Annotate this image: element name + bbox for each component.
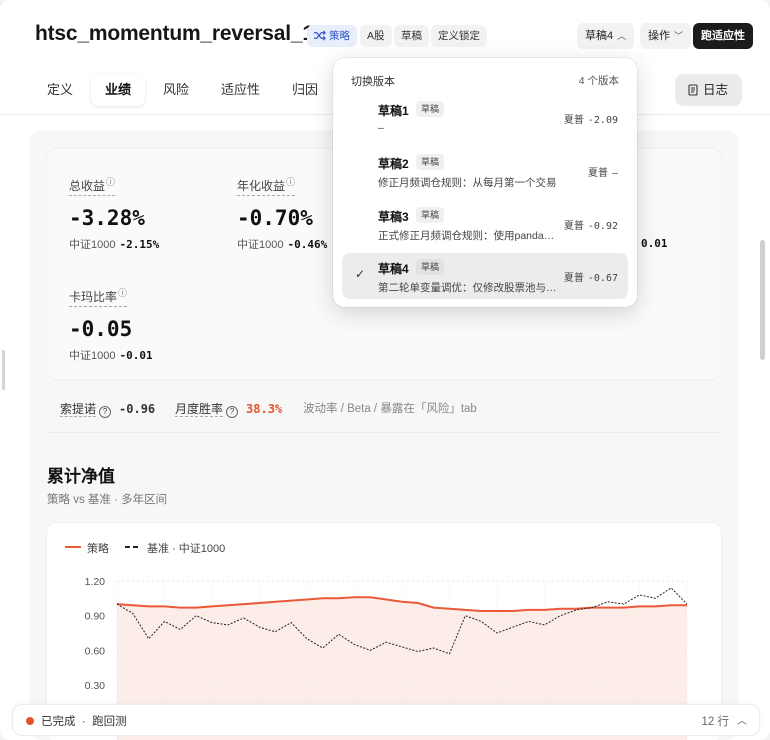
version-item-draft3[interactable]: 草稿3 草稿 正式修正月频调仓规则：使用panda… 夏普 -0.92 <box>342 201 628 247</box>
stats-note: 波动率 / Beta / 暴露在「风险」tab <box>303 403 477 415</box>
log-button-label: 日志 <box>702 83 728 97</box>
status-dot <box>26 717 34 725</box>
actions-label: 操作 <box>648 30 670 42</box>
run-adaptability-button[interactable]: 跑适应性 <box>693 23 753 49</box>
tab-definition[interactable]: 定义 <box>33 74 87 106</box>
tab-performance[interactable]: 业绩 <box>91 74 146 106</box>
stat-monthly-winrate[interactable]: 月度胜率? 38.3% <box>175 400 282 418</box>
info-icon: ⓘ <box>286 177 296 187</box>
strategy-chip-label: 策略 <box>329 30 350 42</box>
stat-sortino[interactable]: 索提诺? -0.96 <box>60 400 155 418</box>
version-item-draft4[interactable]: ✓ 草稿4 草稿 第二轮单变量调优：仅修改股票池与… 夏普 -0.67 <box>342 253 628 299</box>
y-tick-label: 0.30 <box>85 680 106 692</box>
legend-benchmark[interactable]: 基准 · 中证1000 <box>125 541 225 557</box>
chevron-up-icon: ︿ <box>617 31 627 41</box>
chevron-down-icon: ﹀ <box>674 31 684 41</box>
page-title: htsc_momentum_reversal_1m <box>35 22 333 45</box>
metric-value: -0.70% <box>237 206 313 230</box>
expand-up-icon[interactable]: ︿ <box>737 712 747 727</box>
metric-annual-return: 年化收益ⓘ -0.70% 中证1000 -0.46% <box>237 175 327 252</box>
tab-attribution[interactable]: 归因 <box>278 74 332 106</box>
version-switch-button[interactable]: 草稿4 ︿ <box>577 23 635 49</box>
y-tick-label: 0.90 <box>85 611 106 623</box>
log-button[interactable]: 日志 <box>674 74 742 106</box>
metric-value: -0.05 <box>69 317 133 341</box>
metric-benchmark: 中证1000 -0.46% <box>237 238 328 251</box>
version-desc: 修正月频调仓规则：从每月第一个交易日… <box>378 177 558 189</box>
scroll-icon <box>688 84 698 96</box>
market-chip: A股 <box>360 25 392 47</box>
metric-label[interactable]: 总收益ⓘ <box>69 175 116 196</box>
version-desc: 第二轮单变量调优：仅修改股票池与… <box>378 282 557 294</box>
version-item-draft1[interactable]: 草稿1 草稿 – 夏普 -2.09 <box>342 95 628 141</box>
dropdown-title: 切换版本 <box>351 76 395 88</box>
lock-chip: 定义锁定 <box>431 25 487 47</box>
version-desc: 正式修正月频调仓规则：使用panda… <box>378 230 555 242</box>
version-desc: – <box>378 122 384 134</box>
tab-adaptability[interactable]: 适应性 <box>207 74 274 106</box>
metric-calmar: 卡玛比率ⓘ -0.05 中证1000 -0.01 <box>69 286 153 363</box>
version-dropdown: 切换版本 4 个版本 草稿1 草稿 – 夏普 -2.09 草稿2 草稿 修正月频调… <box>333 58 637 307</box>
metric-value: -3.28% <box>69 206 145 230</box>
draft-badge: 草稿 <box>416 207 445 223</box>
version-sharpe: 夏普 – <box>587 168 618 179</box>
metric-label[interactable]: 年化收益ⓘ <box>237 175 296 196</box>
version-sharpe: 夏普 -0.92 <box>563 221 618 232</box>
version-sharpe: 夏普 -2.09 <box>563 115 618 126</box>
version-item-draft2[interactable]: 草稿2 草稿 修正月频调仓规则：从每月第一个交易日… 夏普 – <box>342 148 628 194</box>
dashed-line-swatch <box>125 546 141 548</box>
tab-risk[interactable]: 风险 <box>149 74 203 106</box>
legend-strategy[interactable]: 策略 <box>65 541 109 557</box>
info-icon: ⓘ <box>118 288 128 298</box>
draft-badge: 草稿 <box>416 101 445 117</box>
draft-badge: 草稿 <box>416 154 445 170</box>
status-bar: 已完成 · 跑回测 12 行 ︿ <box>12 704 760 736</box>
metric-label[interactable]: 卡玛比率ⓘ <box>69 286 128 307</box>
metric-total-return: 总收益ⓘ -3.28% 中证1000 -2.15% <box>69 175 159 252</box>
partial-bench-value: 0.01 <box>641 237 668 250</box>
version-switch-label: 草稿4 <box>585 30 614 42</box>
metric-partial-benchmark: 0.01 <box>637 231 668 250</box>
section-divider <box>46 432 722 433</box>
row-count: 12 行 <box>701 716 730 728</box>
actions-button[interactable]: 操作 ﹀ <box>640 23 692 49</box>
metric-benchmark: 中证1000 -0.01 <box>69 349 153 362</box>
run-status: 已完成 · 跑回测 <box>41 716 127 728</box>
solid-line-swatch <box>65 546 81 548</box>
y-tick-label: 0.60 <box>85 645 106 657</box>
info-icon: ⓘ <box>106 177 116 187</box>
strategy-chip: 策略 <box>307 25 357 47</box>
help-icon: ? <box>99 406 112 418</box>
header: htsc_momentum_reversal_1m 策略 A股 草稿 定义锁定 … <box>0 0 770 60</box>
shuffle-icon <box>313 30 326 41</box>
check-icon: ✓ <box>355 267 366 281</box>
version-count: 4 个版本 <box>578 75 619 87</box>
app-window: htsc_momentum_reversal_1m 策略 A股 草稿 定义锁定 … <box>0 0 770 740</box>
resize-handle[interactable] <box>2 350 5 390</box>
draft-badge: 草稿 <box>416 259 445 275</box>
chart-subtitle: 策略 vs 基准 · 多年区间 <box>47 494 168 506</box>
y-tick-label: 1.20 <box>85 576 106 588</box>
help-icon: ? <box>226 406 239 418</box>
chart-title: 累计净值 <box>47 467 115 486</box>
metric-benchmark: 中证1000 -2.15% <box>69 238 160 251</box>
status-chip: 草稿 <box>394 25 429 47</box>
scrollbar[interactable] <box>760 240 765 360</box>
version-sharpe: 夏普 -0.67 <box>563 273 618 284</box>
